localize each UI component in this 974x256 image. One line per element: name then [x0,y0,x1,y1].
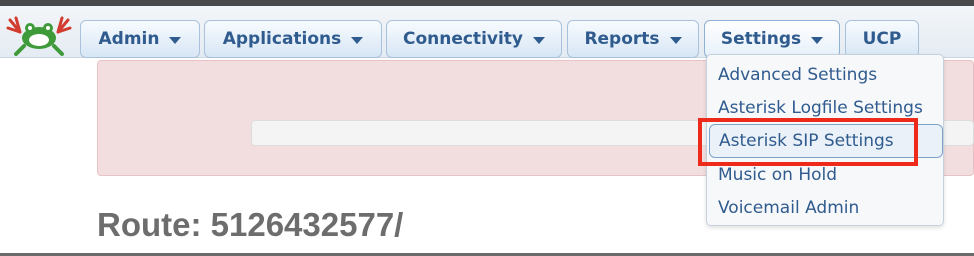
menu-item-music-on-hold[interactable]: Music on Hold [718,165,837,185]
nav-reports-label: Reports [584,29,660,49]
top-navbar: Admin Applications Connectivity Reports … [0,6,974,58]
nav-applications-label: Applications [222,29,342,49]
chevron-down-icon [351,36,364,44]
chevron-down-icon [169,36,182,44]
chevron-down-icon [669,36,682,44]
nav-ucp-label: UCP [862,29,902,49]
nav-admin-button[interactable]: Admin [80,20,200,58]
nav-ucp-button[interactable]: UCP [845,20,919,58]
nav-reports-button[interactable]: Reports [567,20,699,58]
chevron-down-icon [811,36,824,44]
nav-admin-label: Admin [98,29,160,49]
page-title: Route: 5126432577/ [97,206,404,243]
chevron-down-icon [533,36,546,44]
menu-item-voicemail-admin[interactable]: Voicemail Admin [718,198,859,218]
nav-connectivity-button[interactable]: Connectivity [386,20,562,58]
frog-logo-icon[interactable] [6,16,72,56]
highlight-annotation-box [698,118,918,166]
nav-applications-button[interactable]: Applications [204,20,382,58]
menu-item-advanced-settings[interactable]: Advanced Settings [718,65,877,85]
nav-connectivity-label: Connectivity [402,29,524,49]
nav-settings-button[interactable]: Settings [704,20,840,58]
menu-item-asterisk-logfile-settings[interactable]: Asterisk Logfile Settings [718,98,923,118]
nav-settings-label: Settings [720,29,802,49]
